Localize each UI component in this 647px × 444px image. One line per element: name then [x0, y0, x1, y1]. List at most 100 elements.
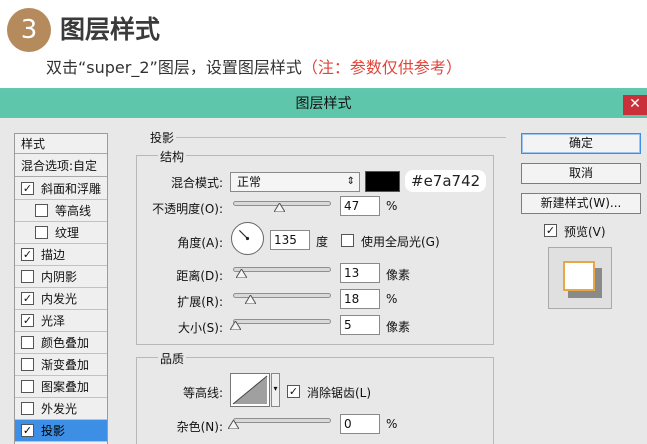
- chevron-down-icon: ▾: [273, 384, 278, 393]
- dialog-titlebar: 图层样式: [0, 91, 647, 118]
- style-item-checkbox[interactable]: ✓: [21, 248, 34, 261]
- opacity-label: 不透明度(O):: [152, 202, 223, 216]
- style-item[interactable]: ✓ 斜面和浮雕: [15, 178, 107, 200]
- noise-slider-track: [233, 418, 331, 423]
- distance-slider-track: [233, 267, 331, 272]
- blending-options-item[interactable]: 混合选项:自定: [15, 155, 107, 177]
- opacity-input[interactable]: 47: [340, 196, 380, 216]
- style-item[interactable]: ✓ 投影: [15, 420, 107, 442]
- style-item-label: 颜色叠加: [41, 336, 90, 350]
- style-item-label: 等高线: [55, 204, 92, 218]
- distance-label: 距离(D):: [176, 269, 223, 283]
- style-item[interactable]: 等高线: [15, 200, 107, 222]
- style-item[interactable]: ✓ 光泽: [15, 310, 107, 332]
- spread-label: 扩展(R):: [177, 295, 223, 309]
- opacity-slider[interactable]: [233, 199, 331, 213]
- step-title: 图层样式: [60, 15, 161, 44]
- style-item-checkbox[interactable]: ✓: [21, 314, 34, 327]
- ok-button[interactable]: 确定: [521, 133, 641, 154]
- noise-input[interactable]: 0: [340, 414, 380, 434]
- style-item-checkbox[interactable]: ✓: [21, 182, 34, 195]
- section-divider: [176, 137, 506, 138]
- noise-label: 杂色(N):: [176, 420, 223, 434]
- blend-mode-select[interactable]: 正常 ⇕: [230, 172, 360, 192]
- contour-picker[interactable]: [230, 373, 270, 407]
- angle-dial[interactable]: [231, 222, 264, 255]
- style-item-label: 纹理: [55, 226, 80, 240]
- angle-input[interactable]: 135: [270, 230, 310, 250]
- style-item-checkbox[interactable]: ✓: [21, 292, 34, 305]
- contour-linear-icon: [232, 375, 268, 405]
- style-item-label: 图案叠加: [41, 380, 90, 394]
- blend-mode-value: 正常: [237, 175, 262, 189]
- distance-slider[interactable]: [233, 265, 331, 279]
- size-slider-thumb[interactable]: [230, 321, 242, 330]
- preview-square: [563, 261, 595, 291]
- shadow-color-swatch[interactable]: [365, 171, 400, 192]
- contour-dropdown-button[interactable]: ▾: [271, 373, 280, 407]
- step-description: 双击“super_2”图层，设置图层样式（注：参数仅供参考）: [46, 54, 462, 78]
- distance-slider-thumb[interactable]: [236, 269, 248, 278]
- drop-shadow-section-title: 投影: [150, 131, 175, 145]
- angle-dial-needle-icon: [238, 229, 250, 241]
- quality-group-title: 品质: [158, 350, 187, 367]
- close-icon: ✕: [629, 96, 641, 112]
- select-arrows-icon: ⇕: [346, 176, 355, 187]
- style-item-checkbox[interactable]: [21, 270, 34, 283]
- cancel-button[interactable]: 取消: [521, 163, 641, 184]
- noise-unit: %: [386, 417, 398, 431]
- antialias-checkbox[interactable]: ✓: [287, 385, 300, 398]
- styles-list: 样式 混合选项:自定 ✓ 斜面和浮雕 等高线 纹理 ✓ 描边 内阴影 ✓ 内发光 ✓ 光泽 颜色叠加渐…: [14, 133, 108, 444]
- noise-slider-thumb[interactable]: [227, 420, 239, 429]
- style-item[interactable]: 内阴影: [15, 266, 107, 288]
- style-item-label: 光泽: [41, 314, 66, 328]
- spread-input[interactable]: 18: [340, 289, 380, 309]
- style-item[interactable]: 渐变叠加: [15, 354, 107, 376]
- opacity-slider-thumb[interactable]: [273, 203, 285, 212]
- preview-label: 预览(V): [564, 225, 606, 239]
- new-style-button[interactable]: 新建样式(W)...: [521, 193, 641, 214]
- style-item[interactable]: 图案叠加: [15, 376, 107, 398]
- style-item-label: 外发光: [41, 402, 78, 416]
- style-item[interactable]: ✓ 描边: [15, 244, 107, 266]
- style-item-checkbox[interactable]: [21, 336, 34, 349]
- contour-label: 等高线:: [182, 386, 223, 400]
- global-light-checkbox[interactable]: [341, 234, 354, 247]
- step-number-badge: 3: [7, 8, 51, 52]
- style-item-label: 渐变叠加: [41, 358, 90, 372]
- global-light-label: 使用全局光(G): [361, 235, 440, 249]
- style-item-checkbox[interactable]: [21, 358, 34, 371]
- distance-input[interactable]: 13: [340, 263, 380, 283]
- close-button[interactable]: ✕: [623, 95, 647, 115]
- style-item-checkbox[interactable]: [21, 380, 34, 393]
- style-item-checkbox[interactable]: [21, 402, 34, 415]
- size-label: 大小(S):: [177, 321, 223, 335]
- size-unit: 像素: [386, 320, 411, 334]
- layer-style-dialog: 图层样式 ✕ 样式 混合选项:自定 ✓ 斜面和浮雕 等高线 纹理 ✓ 描边 内阴影 ✓ 内发光 ✓…: [0, 91, 647, 444]
- styles-list-header[interactable]: 样式: [15, 134, 107, 154]
- spread-slider[interactable]: [233, 291, 331, 305]
- style-preview-thumbnail: [548, 247, 612, 309]
- style-item-label: 斜面和浮雕: [41, 182, 102, 196]
- style-item-label: 描边: [41, 248, 66, 262]
- blend-mode-label: 混合模式:: [170, 176, 223, 190]
- style-item-checkbox[interactable]: ✓: [21, 424, 34, 437]
- distance-unit: 像素: [386, 268, 411, 282]
- noise-slider[interactable]: [227, 416, 331, 430]
- style-item-checkbox[interactable]: [35, 204, 48, 217]
- size-slider-track: [233, 319, 331, 324]
- style-item[interactable]: 颜色叠加: [15, 332, 107, 354]
- style-item[interactable]: ✓ 内发光: [15, 288, 107, 310]
- angle-label: 角度(A):: [177, 236, 223, 250]
- color-hex-annotation: #e7a742: [405, 170, 487, 192]
- angle-unit: 度: [316, 235, 329, 249]
- preview-checkbox[interactable]: ✓: [544, 224, 557, 237]
- size-input[interactable]: 5: [340, 315, 380, 335]
- style-item-label: 内阴影: [41, 270, 78, 284]
- step-description-text: 双击“super_2”图层，设置图层样式: [46, 58, 302, 77]
- style-item-checkbox[interactable]: [35, 226, 48, 239]
- size-slider[interactable]: [230, 317, 331, 331]
- style-item[interactable]: 外发光: [15, 398, 107, 420]
- style-item[interactable]: 纹理: [15, 222, 107, 244]
- spread-slider-thumb[interactable]: [245, 295, 257, 304]
